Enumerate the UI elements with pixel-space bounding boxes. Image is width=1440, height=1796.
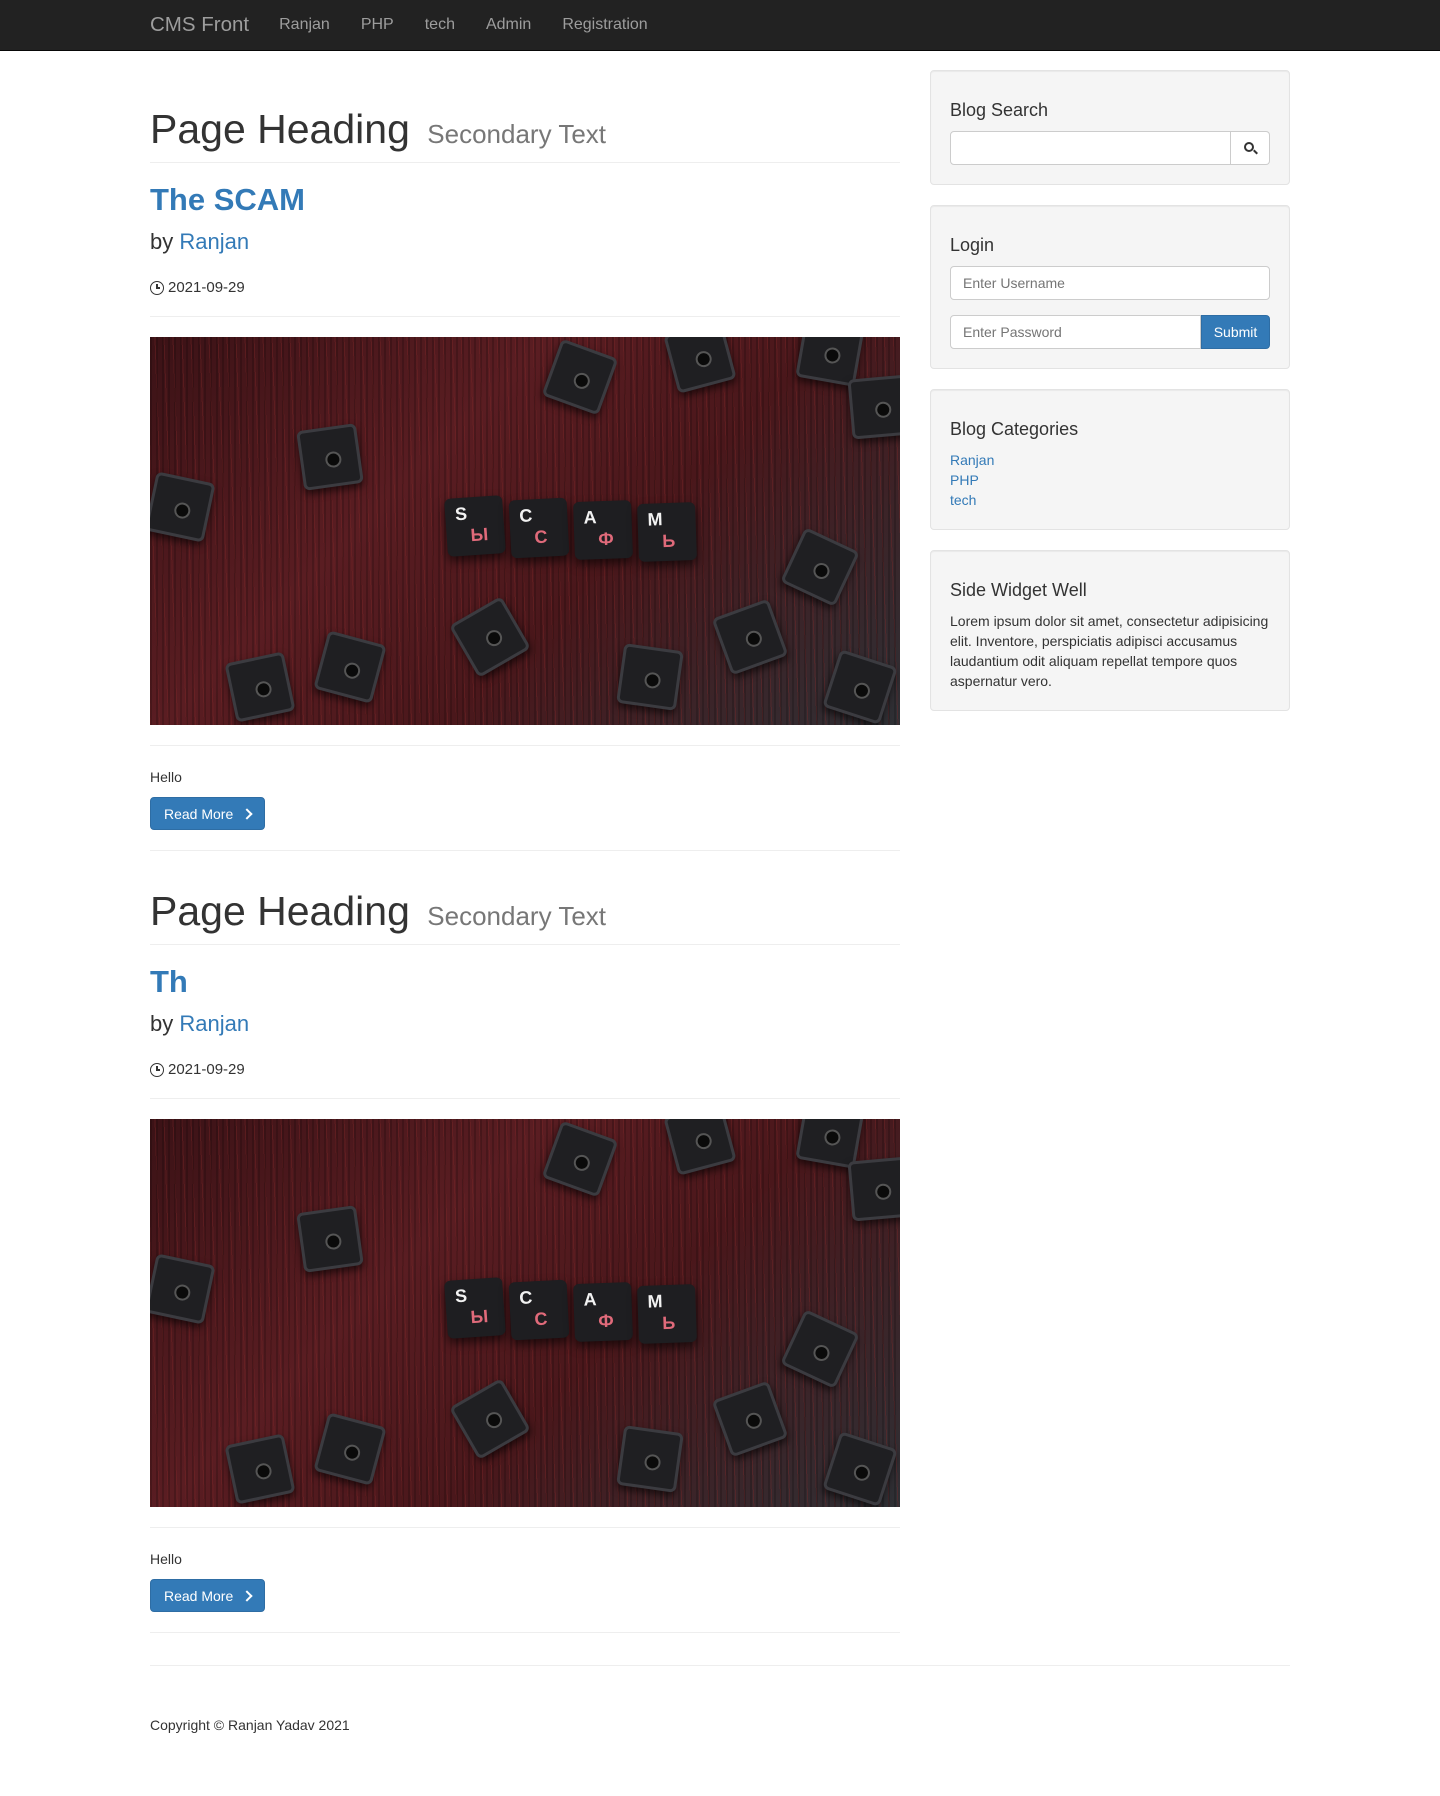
top-navbar: CMS Front Ranjan PHP tech Admin Registra… <box>0 0 1440 51</box>
category-link-tech[interactable]: tech <box>950 492 976 508</box>
login-title: Login <box>950 235 995 255</box>
divider <box>150 1527 900 1529</box>
chevron-right-icon <box>241 808 253 820</box>
page-subheading: Secondary Text <box>427 901 607 932</box>
widget-text: Lorem ipsum dolor sit amet, consectetur … <box>950 613 1269 689</box>
post-title-link[interactable]: The SCAM <box>150 182 305 217</box>
chevron-right-icon <box>241 1590 253 1602</box>
post-byline: by Ranjan <box>150 1011 250 1037</box>
widget-title: Side Widget Well <box>950 580 1087 600</box>
post-image: SЫ CС AФ MЬ <box>150 1119 900 1508</box>
clock-icon <box>150 1062 164 1077</box>
divider <box>150 316 900 318</box>
post-author-link[interactable]: Ranjan <box>179 229 249 254</box>
login-well: Login Submit <box>930 205 1290 369</box>
post-image: SЫ CС AФ MЬ <box>150 337 900 726</box>
search-well: Blog Search <box>930 70 1290 185</box>
divider <box>150 850 900 852</box>
footer-divider <box>150 1665 1290 1666</box>
post-byline: by Ranjan <box>150 229 250 255</box>
divider <box>150 1632 900 1634</box>
divider <box>150 745 900 747</box>
page-subheading: Secondary Text <box>427 119 607 149</box>
categories-title: Blog Categories <box>950 419 1079 439</box>
clock-icon <box>150 280 164 295</box>
post-excerpt: Hello <box>150 769 182 786</box>
submit-button[interactable]: Submit <box>1201 315 1270 349</box>
nav-link-tech[interactable]: tech <box>425 16 455 34</box>
categories-well: Blog Categories Ranjan PHP tech <box>930 389 1290 530</box>
side-widget-well: Side Widget Well Lorem ipsum dolor sit a… <box>930 550 1290 711</box>
search-input[interactable] <box>950 131 1231 165</box>
post-date: 2021-09-29 <box>150 1061 900 1078</box>
search-title: Blog Search <box>950 100 1049 120</box>
read-more-button[interactable]: Read More <box>150 797 266 831</box>
nav-link-php[interactable]: PHP <box>361 16 394 34</box>
footer-copyright: Copyright © Ranjan Yadav 2021 <box>150 1717 350 1733</box>
category-link-ranjan[interactable]: Ranjan <box>950 452 994 468</box>
post-title-link[interactable]: Th <box>150 964 188 999</box>
page-heading: Page Heading Secondary Text <box>150 889 900 946</box>
post-date: 2021-09-29 <box>150 279 900 296</box>
divider <box>150 1098 900 1100</box>
brand-link[interactable]: CMS Front <box>150 13 249 37</box>
password-input[interactable] <box>950 315 1201 349</box>
nav-link-registration[interactable]: Registration <box>562 16 647 34</box>
blog-post: Page Heading Secondary Text Th by Ranjan… <box>150 889 900 1634</box>
read-more-button[interactable]: Read More <box>150 1579 266 1613</box>
search-button[interactable] <box>1231 131 1270 165</box>
blog-main-column: Page Heading Secondary Text The SCAM by … <box>150 51 900 1634</box>
nav-link-admin[interactable]: Admin <box>486 16 531 34</box>
username-input[interactable] <box>950 266 1270 300</box>
category-link-php[interactable]: PHP <box>950 472 979 488</box>
blog-post: Page Heading Secondary Text The SCAM by … <box>150 106 900 852</box>
page-heading: Page Heading Secondary Text <box>150 106 900 164</box>
post-excerpt: Hello <box>150 1551 182 1568</box>
post-author-link[interactable]: Ranjan <box>179 1011 249 1036</box>
sidebar: Blog Search Login Submit Blog Categories… <box>930 70 1290 731</box>
nav-link-ranjan[interactable]: Ranjan <box>279 16 330 34</box>
